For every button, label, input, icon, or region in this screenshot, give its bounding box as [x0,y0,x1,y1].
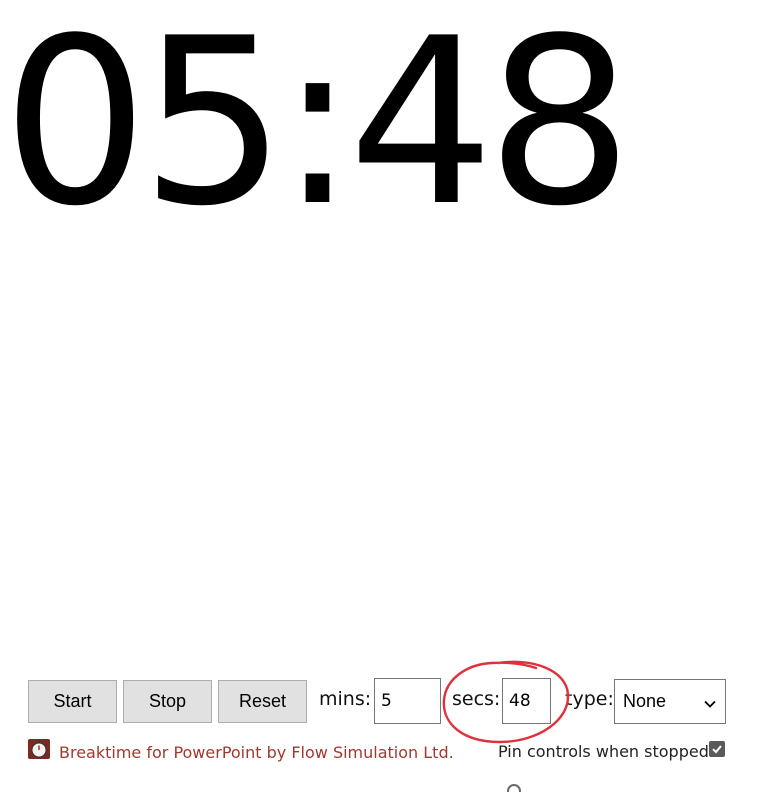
app-stopwatch-icon [28,739,50,759]
secs-input[interactable]: 48 [502,678,551,724]
pin-controls-checkbox[interactable] [709,741,725,757]
credit-link[interactable]: Breaktime for PowerPoint by Flow Simulat… [59,743,454,762]
pin-controls-label: Pin controls when stopped [498,742,709,761]
cursor-fragment-icon [507,784,521,792]
chevron-down-icon [703,695,717,709]
type-select[interactable]: None [614,679,726,724]
breaktime-window: 05:48 Start Stop Reset mins: 5 secs: 48 … [0,0,765,792]
type-label: type: [565,688,614,710]
secs-label: secs: [452,688,501,710]
checkmark-icon [712,745,722,754]
mins-label: mins: [319,688,372,710]
stop-button[interactable]: Stop [123,680,212,723]
reset-button[interactable]: Reset [218,680,307,723]
type-selected-value: None [623,691,667,711]
countdown-display: 05:48 [2,0,633,257]
start-button[interactable]: Start [28,680,117,723]
mins-input[interactable]: 5 [374,678,441,724]
